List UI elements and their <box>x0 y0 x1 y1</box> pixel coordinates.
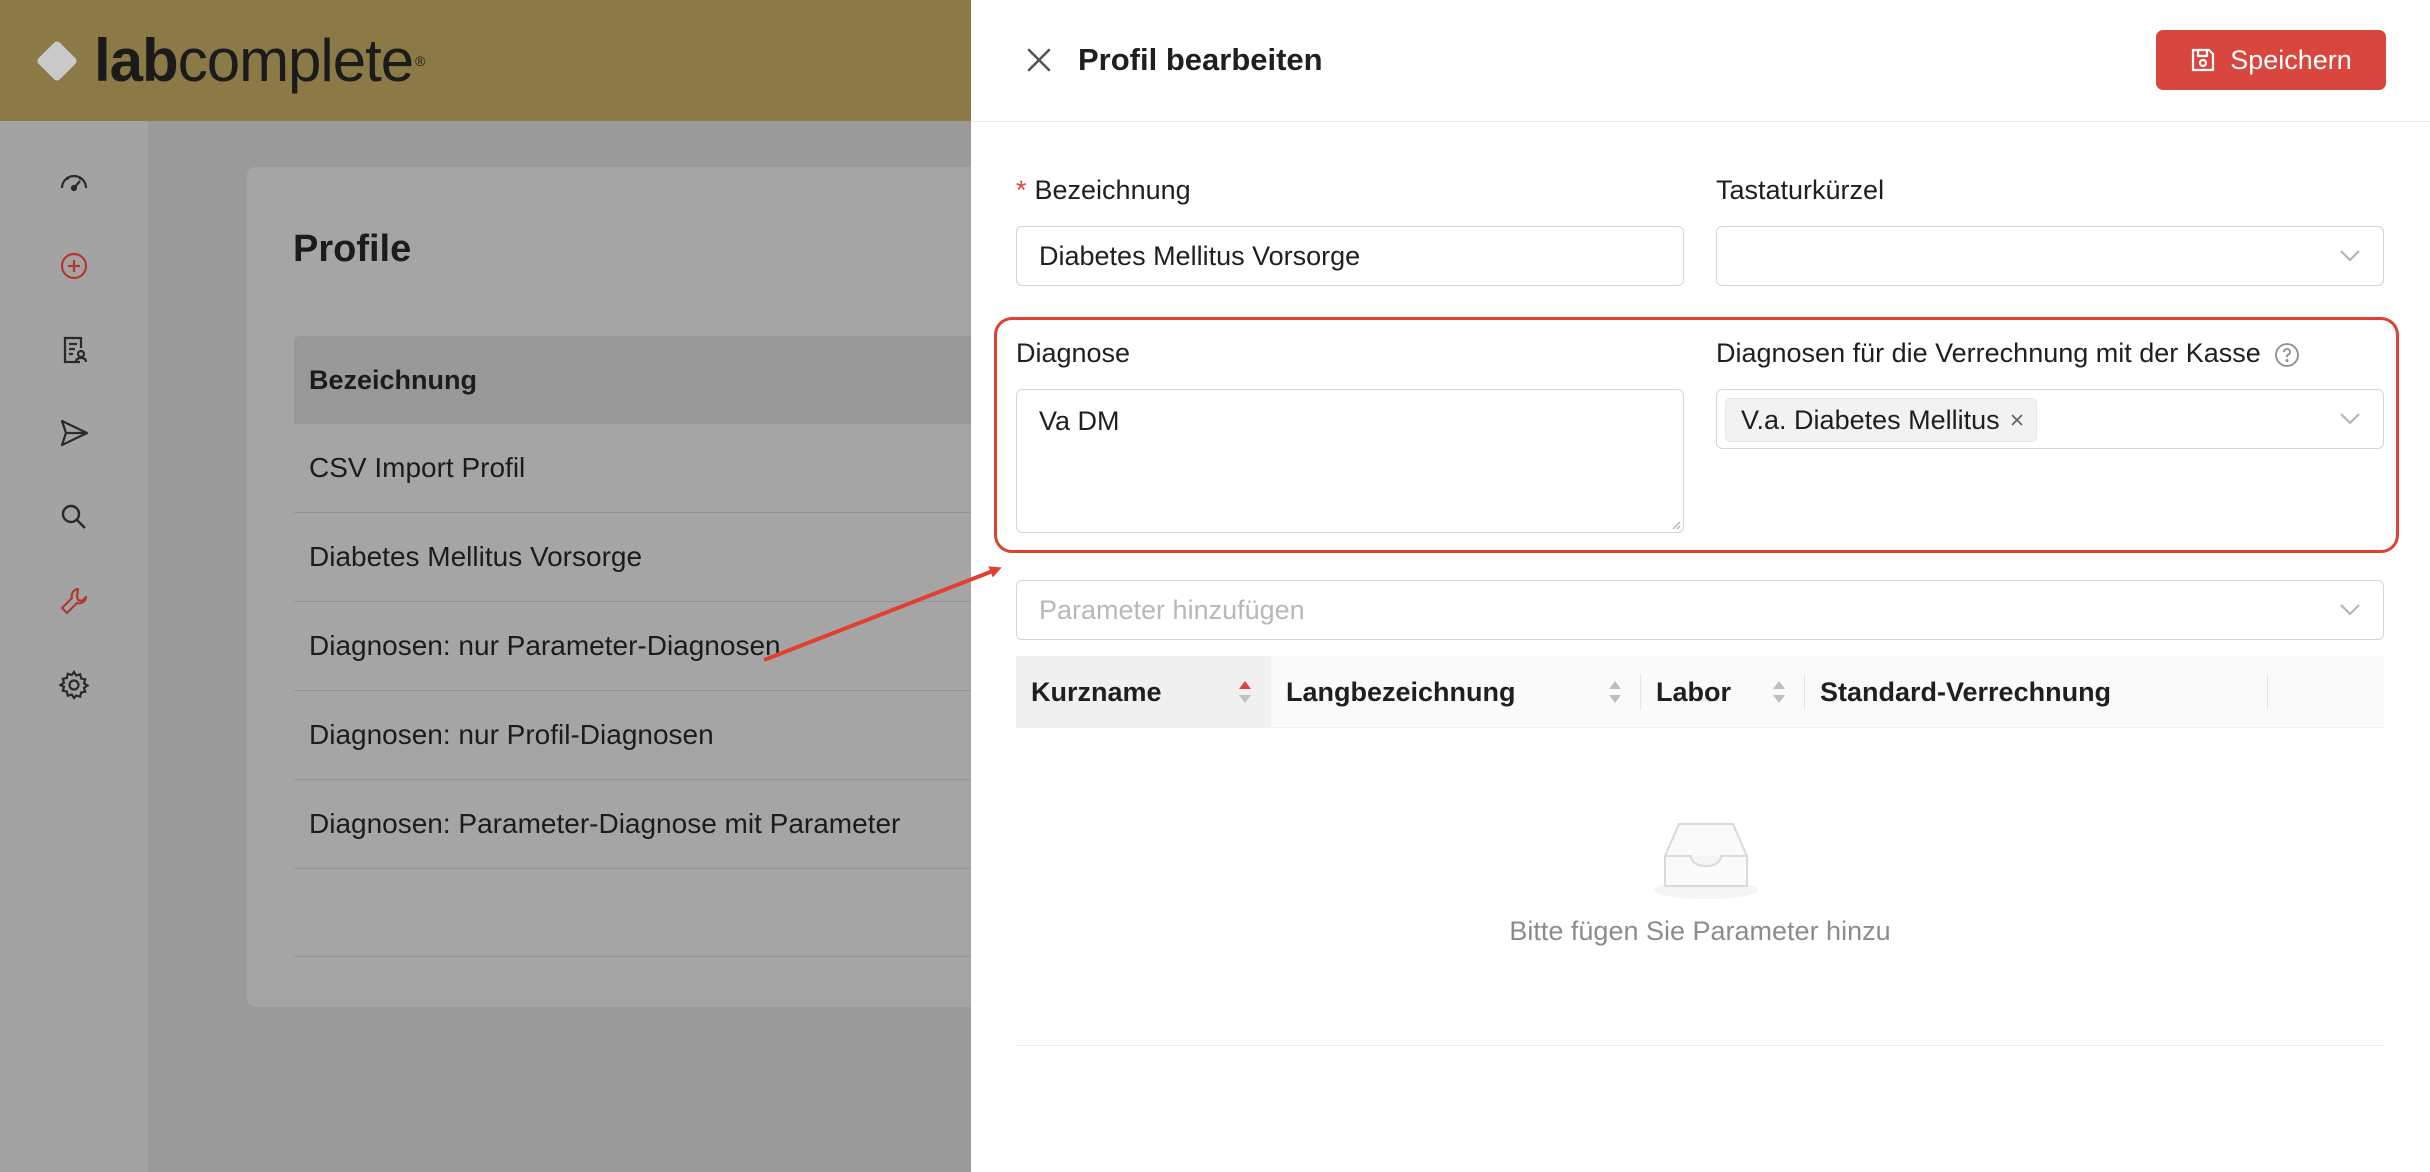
parameter-table-header: Kurzname Langbezeichnung Labor Standard-… <box>1016 656 2384 728</box>
app-logo[interactable]: labcomplete ® <box>35 26 426 96</box>
sort-icon <box>1609 681 1621 703</box>
chevron-down-icon <box>2340 604 2360 616</box>
sort-icon <box>1239 681 1251 703</box>
close-icon[interactable] <box>1021 42 1057 78</box>
table-row[interactable]: CSV Import Profil <box>294 424 1054 513</box>
report-icon[interactable] <box>56 332 92 368</box>
empty-inbox-icon <box>1654 823 1758 899</box>
chevron-down-icon <box>2340 250 2360 262</box>
dashboard-icon[interactable] <box>56 164 92 200</box>
table-row[interactable]: Diabetes Mellitus Vorsorge <box>294 513 1054 602</box>
table-row[interactable]: Diagnosen: nur Parameter-Diagnosen <box>294 602 1054 691</box>
column-standard-verrechnung[interactable]: Standard-Verrechnung <box>1805 656 2268 728</box>
table-header-bezeichnung[interactable]: Bezeichnung <box>294 336 1054 424</box>
gear-icon[interactable] <box>56 667 92 703</box>
save-icon <box>2192 48 2215 72</box>
table-row[interactable]: Diagnosen: Parameter-Diagnose mit Parame… <box>294 780 1054 869</box>
send-icon[interactable] <box>56 415 92 451</box>
column-actions <box>2268 656 2384 728</box>
logo-diamond-icon <box>35 39 79 83</box>
table-divider <box>1016 1045 2384 1046</box>
search-icon[interactable] <box>56 499 92 535</box>
page-title: Profile <box>293 228 412 270</box>
add-parameter-select[interactable]: Parameter hinzufügen <box>1016 580 2384 640</box>
tastaturkuerzel-label: Tastaturkürzel <box>1716 175 1885 205</box>
profiles-table: Bezeichnung CSV Import Profil Diabetes M… <box>294 336 1054 957</box>
wrench-icon[interactable] <box>56 583 92 619</box>
empty-state-text: Bitte fügen Sie Parameter hinzu <box>1509 916 1891 946</box>
bezeichnung-input[interactable]: Diabetes Mellitus Vorsorge <box>1016 226 1684 286</box>
add-circle-icon[interactable] <box>56 248 92 284</box>
drawer-title: Profil bearbeiten <box>1078 42 1323 77</box>
tastaturkuerzel-select[interactable] <box>1716 226 2384 286</box>
registered-mark: ® <box>415 53 426 69</box>
sort-icon <box>1773 681 1785 703</box>
table-row-empty <box>294 869 1054 957</box>
column-langbezeichnung[interactable]: Langbezeichnung <box>1271 656 1641 728</box>
table-row[interactable]: Diagnosen: nur Profil-Diagnosen <box>294 691 1054 780</box>
column-kurzname[interactable]: Kurzname <box>1016 656 1271 728</box>
logo-text: labcomplete <box>94 27 414 94</box>
save-button[interactable]: Speichern <box>2156 30 2386 90</box>
save-button-label: Speichern <box>2230 44 2352 75</box>
bezeichnung-label: * Bezeichnung <box>1016 175 1191 205</box>
drawer-header: Profil bearbeiten Speichern <box>971 0 2430 122</box>
required-marker: * <box>1016 175 1027 205</box>
annotation-highlight-box <box>994 317 2399 553</box>
column-labor[interactable]: Labor <box>1641 656 1805 728</box>
sidebar <box>0 121 148 1172</box>
